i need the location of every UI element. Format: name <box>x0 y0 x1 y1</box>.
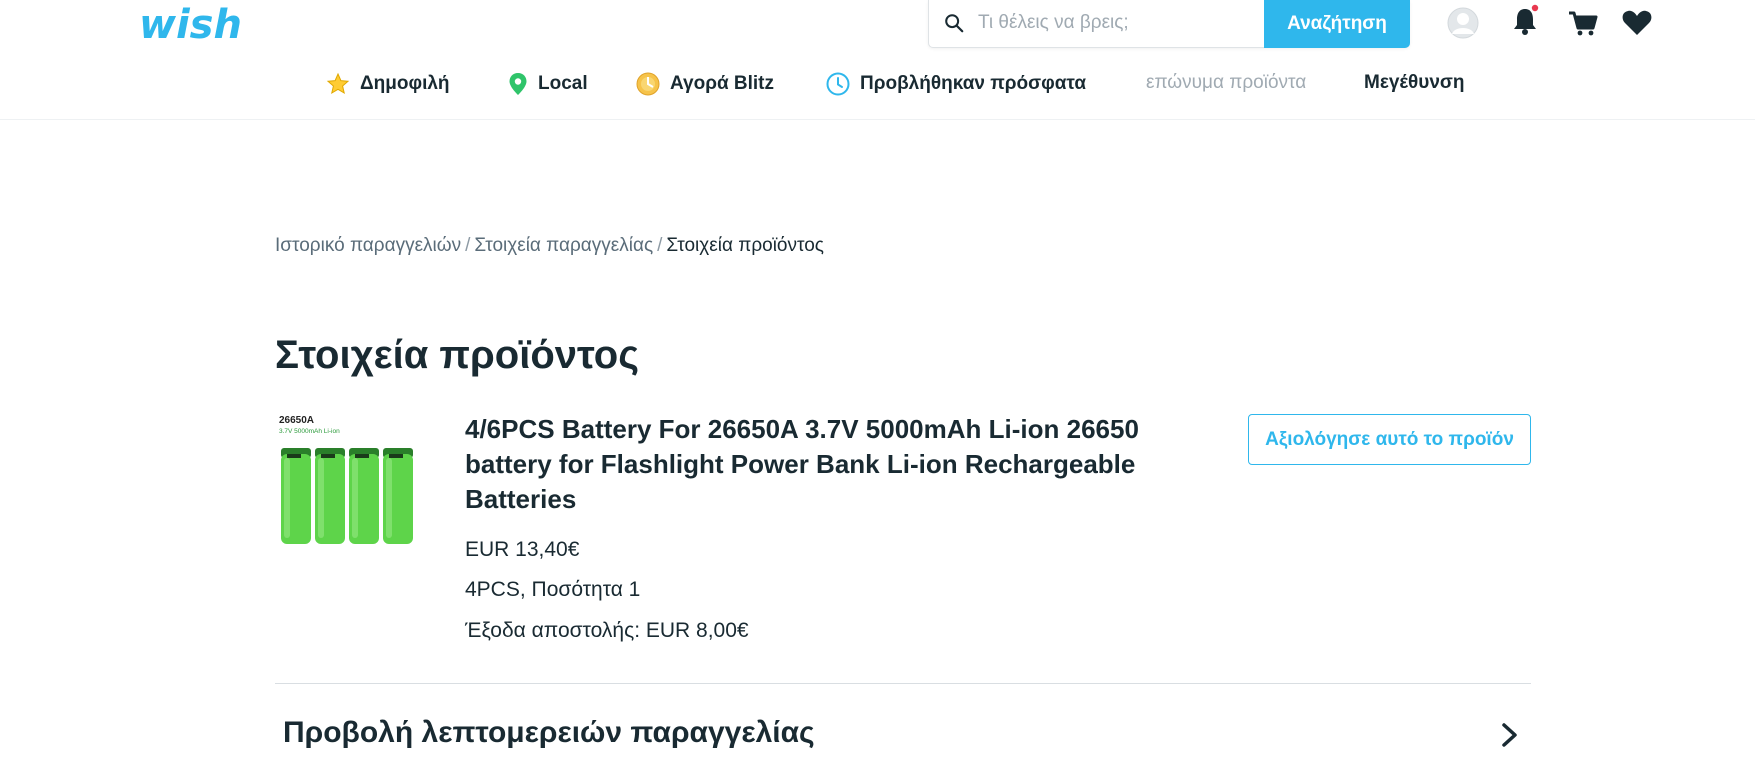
breadcrumb-separator: / <box>465 235 471 256</box>
nav-item-zoom[interactable]: Μεγέθυνση <box>1364 72 1464 94</box>
nav-item-label: Αγορά Blitz <box>670 73 775 94</box>
nav-item-blitz[interactable]: Αγορά Blitz <box>636 72 774 96</box>
notification-dot <box>1531 4 1539 12</box>
divider <box>275 683 1531 684</box>
search-input[interactable] <box>978 8 1278 38</box>
location-pin-icon <box>509 73 527 95</box>
product-title[interactable]: 4/6PCS Battery For 26650A 3.7V 5000mAh L… <box>465 412 1185 517</box>
rate-product-button[interactable]: Αξιολόγησε αυτό το προϊόν <box>1248 414 1531 465</box>
search-icon <box>945 14 964 33</box>
breadcrumb: Ιστορικό παραγγελιών / Στοιχεία παραγγελία… <box>275 235 824 257</box>
cart-icon[interactable] <box>1566 6 1600 40</box>
bell-icon[interactable] <box>1508 4 1542 38</box>
nav-item-label: Προβλήθηκαν πρόσφατα <box>860 73 1087 94</box>
breadcrumb-separator: / <box>657 235 663 256</box>
breadcrumb-link-order-history[interactable]: Ιστορικό παραγγελιών <box>275 235 461 256</box>
nav-item-popular[interactable]: Δημοφιλή <box>326 72 450 96</box>
shipping-cost: Έξοδα αποστολής: EUR 8,00€ <box>465 619 749 642</box>
logo-text: wish <box>139 2 242 48</box>
breadcrumb-link-order-details[interactable]: Στοιχεία παραγγελίας <box>474 235 653 256</box>
wish-logo[interactable]: wish <box>138 2 250 48</box>
product-variant-quantity: 4PCS, Ποσότητα 1 <box>465 578 641 601</box>
product-image[interactable]: 26650A 3.7V 5000mAh Li-ion <box>275 412 427 552</box>
blitz-icon <box>636 72 660 96</box>
top-header: wish Αναζήτηση Δημοφιλή <box>0 0 1755 120</box>
page-title: Στοιχεία προϊόντος <box>275 333 640 377</box>
heart-icon[interactable] <box>1620 6 1654 40</box>
search-button[interactable]: Αναζήτηση <box>1264 0 1410 48</box>
user-avatar-icon[interactable] <box>1446 6 1480 40</box>
nav-item-label: Μεγέθυνση <box>1364 72 1465 93</box>
view-order-details-row[interactable]: Προβολή λεπτομερειών παραγγελίας <box>275 700 1531 767</box>
nav-item-label: Δημοφιλή <box>360 73 450 94</box>
nav-item-brands[interactable]: επώνυμα προϊόντα <box>1146 72 1306 94</box>
view-order-details-label: Προβολή λεπτομερειών παραγγελίας <box>283 716 815 749</box>
chevron-right-icon <box>1502 723 1517 747</box>
nav-item-local[interactable]: Local <box>508 72 588 96</box>
nav-item-label: επώνυμα προϊόντα <box>1146 72 1307 93</box>
breadcrumb-current: Στοιχεία προϊόντος <box>666 235 824 256</box>
nav-item-recently-viewed[interactable]: Προβλήθηκαν πρόσφατα <box>826 72 1086 96</box>
nav-item-label: Local <box>538 73 588 94</box>
product-image-sublabel: 3.7V 5000mAh Li-ion <box>279 428 340 435</box>
product-image-label: 26650A <box>279 415 314 426</box>
star-icon <box>326 72 350 95</box>
product-price: EUR 13,40€ <box>465 538 580 561</box>
clock-icon <box>826 72 850 96</box>
